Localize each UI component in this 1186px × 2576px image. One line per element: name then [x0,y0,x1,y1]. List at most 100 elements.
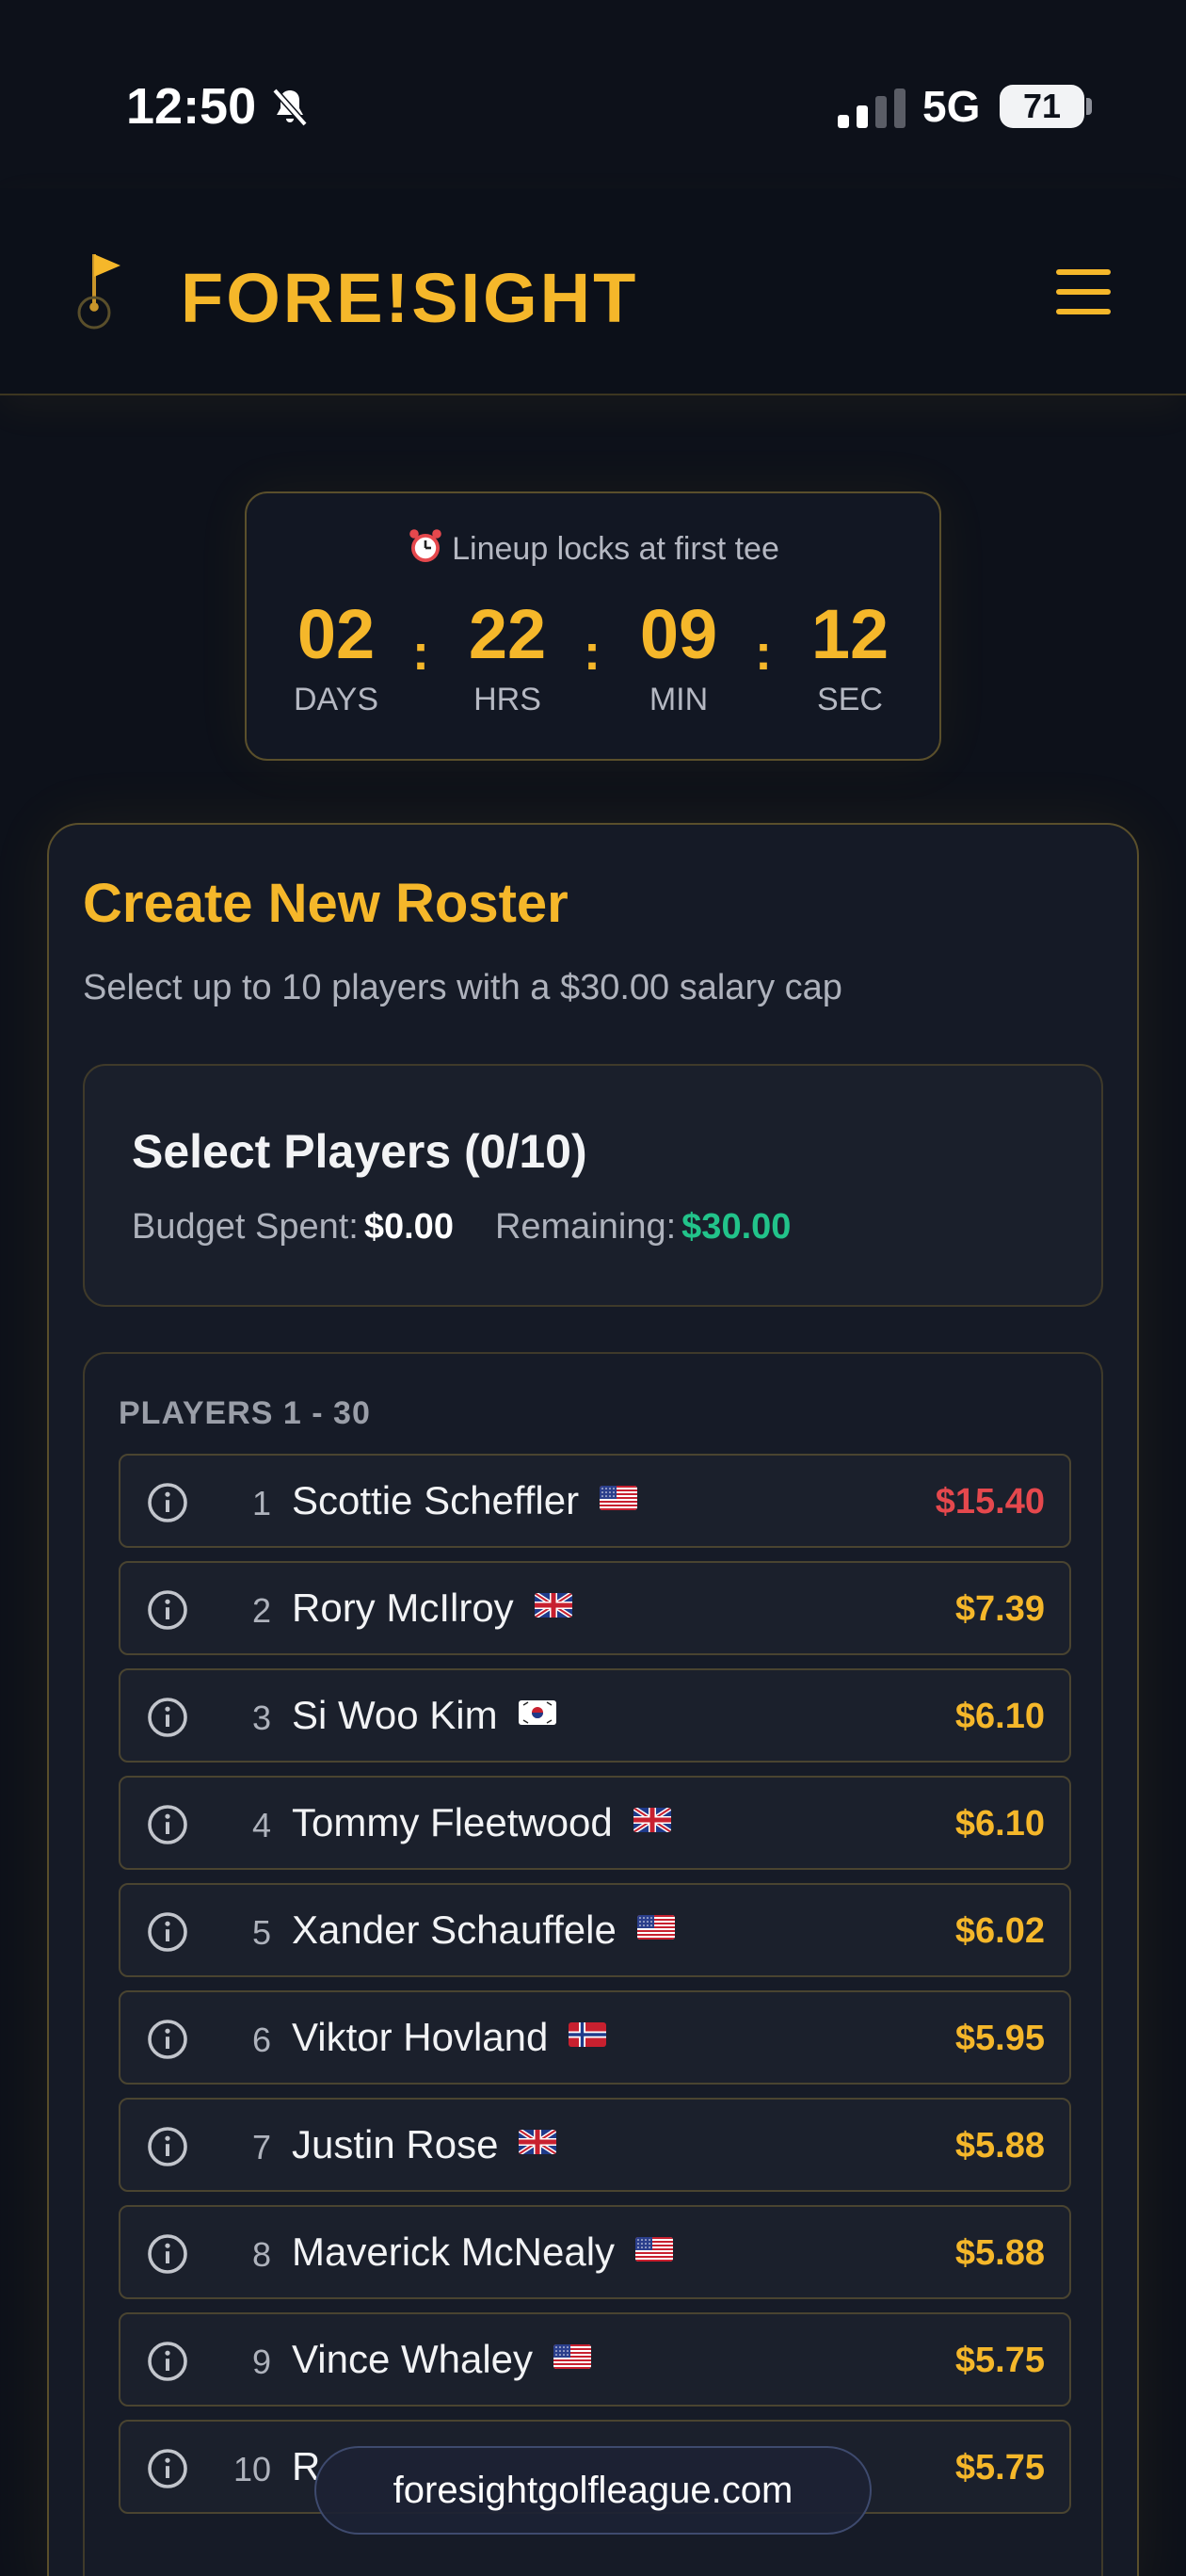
player-rank: 9 [251,2343,271,2381]
player-name: Scottie Scheffler [292,1478,580,1522]
remaining-label: Remaining: [494,1207,677,1247]
countdown-separator: : [412,624,429,681]
country-flag-icon [553,2344,592,2369]
countdown-hours: 22 HRS [441,597,573,718]
player-price: $7.39 [954,1589,1045,1629]
player-rank: 2 [251,1591,271,1630]
logo-text[interactable]: FORE!SIGHT [181,258,638,338]
player-row-6[interactable]: 6 Viktor Hovland $5.95 [119,1990,1071,2085]
country-flag-icon [635,2237,674,2262]
player-name-cell: Justin Rose [292,2122,557,2167]
status-time: 12:50 [126,78,257,135]
player-name: Si Woo Kim [292,1693,498,1737]
info-icon[interactable] [147,2126,188,2167]
days-value: 02 [296,595,376,673]
player-price: $5.75 [954,2448,1045,2487]
player-rank: 1 [251,1484,271,1522]
player-price: $15.40 [935,1482,1045,1521]
select-players-summary: Select Players (0/10) Budget Spent: $0.00… [83,1064,1103,1307]
player-row-1[interactable]: 1 Scottie Scheffler $15.40 [119,1454,1071,1548]
players-range-header: PLAYERS 1 - 30 [119,1395,371,1431]
player-list: 1 Scottie Scheffler $15.40 2 Rory McIlro… [119,1454,1071,2527]
player-row-5[interactable]: 5 Xander Schauffele $6.02 [119,1883,1071,1977]
player-name: Justin Rose [292,2122,499,2166]
player-price: $6.02 [954,1911,1045,1951]
player-price: $5.88 [954,2233,1045,2273]
player-price: $5.75 [954,2341,1045,2380]
create-roster-card: Create New Roster Select up to 10 player… [47,823,1139,2576]
info-icon[interactable] [147,2233,188,2275]
player-row-8[interactable]: 8 Maverick McNealy $5.88 [119,2205,1071,2299]
player-row-9[interactable]: 9 Vince Whaley $5.75 [119,2312,1071,2407]
player-row-2[interactable]: 2 Rory McIlroy $7.39 [119,1561,1071,1655]
player-rank: 3 [251,1699,271,1737]
player-name-cell: Rory McIlroy [292,1586,572,1631]
player-name-cell: Viktor Hovland [292,2015,607,2060]
card-subtitle: Select up to 10 players with a $30.00 sa… [83,968,842,1007]
app-header: FORE!SIGHT [0,188,1186,395]
countdown-separator: : [584,624,601,681]
hours-caption: HRS [473,682,541,717]
player-name: Vince Whaley [292,2337,534,2381]
browser-url-bar[interactable]: foresightgolfleague.com [314,2446,872,2535]
hamburger-menu-icon[interactable] [1056,269,1111,314]
player-name: Rory McIlroy [292,1586,514,1630]
player-row-3[interactable]: 3 Si Woo Kim $6.10 [119,1668,1071,1763]
countdown-separator: : [755,624,772,681]
player-row-4[interactable]: 4 Tommy Fleetwood $6.10 [119,1776,1071,1870]
seconds-value: 12 [810,595,890,673]
players-list-panel: PLAYERS 1 - 30 1 Scottie Scheffler $15.4… [83,1352,1103,2576]
country-flag-icon [534,1593,572,1618]
player-price: $5.88 [954,2126,1045,2165]
network-label: 5G [922,82,981,131]
card-title: Create New Roster [83,873,569,934]
minutes-caption: MIN [649,682,709,717]
budget-spent-label: Budget Spent: [132,1207,359,1247]
alarm-clock-icon [409,529,441,562]
player-rank: 7 [251,2128,271,2166]
battery-nub [1086,98,1092,115]
player-name: Maverick McNealy [292,2230,616,2274]
countdown-seconds: 12 SEC [784,597,916,718]
player-name-cell: Scottie Scheffler [292,1478,638,1523]
days-caption: DAYS [293,682,379,717]
player-name-cell: Tommy Fleetwood [292,1800,671,1845]
player-name-cell: Si Woo Kim [292,1693,556,1738]
country-flag-icon [600,1486,638,1510]
country-flag-icon [636,1915,675,1940]
seconds-caption: SEC [817,682,883,717]
info-icon[interactable] [147,2019,188,2060]
countdown-days: 02 DAYS [270,597,402,718]
info-icon[interactable] [147,1911,188,1953]
countdown-minutes: 09 MIN [613,597,745,718]
countdown-label-text: Lineup locks at first tee [452,531,779,567]
country-flag-icon [569,2022,607,2047]
lineup-countdown: Lineup locks at first tee 02 DAYS : 22 H… [245,491,941,761]
info-icon[interactable] [147,1697,188,1738]
countdown-label: Lineup locks at first tee [247,527,939,568]
battery-icon: 71 [1000,85,1084,128]
player-name-cell: Maverick McNealy [292,2230,674,2275]
player-row-7[interactable]: 7 Justin Rose $5.88 [119,2098,1071,2192]
player-rank: 8 [251,2235,271,2274]
country-flag-icon [519,2130,557,2154]
info-icon[interactable] [147,1589,188,1631]
info-icon[interactable] [147,2448,188,2489]
player-name: Xander Schauffele [292,1908,617,1952]
player-price: $6.10 [954,1697,1045,1736]
golf-flag-icon [77,254,120,330]
player-price: $6.10 [954,1804,1045,1843]
budget-spent-value: $0.00 [363,1207,454,1247]
country-flag-icon [518,1700,556,1725]
player-rank: 6 [251,2021,271,2059]
info-icon[interactable] [147,1804,188,1845]
player-name: Viktor Hovland [292,2015,549,2059]
player-name-cell: Xander Schauffele [292,1908,675,1953]
player-name: Tommy Fleetwood [292,1800,613,1844]
info-icon[interactable] [147,2341,188,2382]
country-flag-icon [633,1808,671,1832]
info-icon[interactable] [147,1482,188,1523]
player-name-cell: Vince Whaley [292,2337,592,2382]
player-rank: 5 [251,1913,271,1952]
minutes-value: 09 [639,595,718,673]
